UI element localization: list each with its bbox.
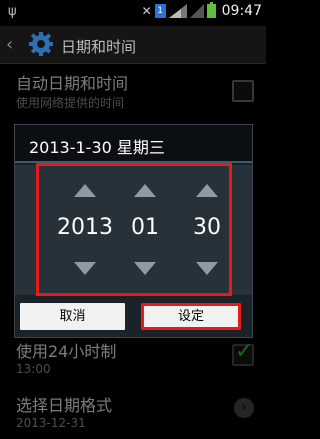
picker-highlight-box xyxy=(36,163,232,296)
page-title: 日期和时间 xyxy=(61,38,137,56)
dialog-header: 2013-1-30 星期三 xyxy=(15,125,252,163)
mute-icon: ✕ xyxy=(141,4,152,18)
cancel-button[interactable]: 取消 xyxy=(20,303,125,330)
status-bar: ψ ✕ 1 09:47 xyxy=(0,0,266,26)
date-picker-dialog: 2013-1-30 星期三 2013 01 30 取消 设定 xyxy=(14,124,253,338)
gear-icon[interactable] xyxy=(28,31,54,57)
sim-icon: 1 xyxy=(154,4,166,18)
set-button[interactable]: 设定 xyxy=(141,303,241,330)
signal-icon xyxy=(168,4,187,18)
dialog-title: 2013-1-30 星期三 xyxy=(29,138,165,157)
signal2-icon xyxy=(189,4,204,18)
status-icons: ✕ 1 09:47 xyxy=(141,2,262,19)
dialog-buttons: 取消 设定 xyxy=(15,297,252,337)
status-time: 09:47 xyxy=(221,3,262,19)
usb-icon: ψ xyxy=(8,4,17,19)
action-bar: ‹ 日期和时间 xyxy=(0,26,266,64)
date-picker: 2013 01 30 xyxy=(15,163,252,296)
battery-icon xyxy=(206,2,216,18)
back-icon[interactable]: ‹ xyxy=(6,34,13,55)
